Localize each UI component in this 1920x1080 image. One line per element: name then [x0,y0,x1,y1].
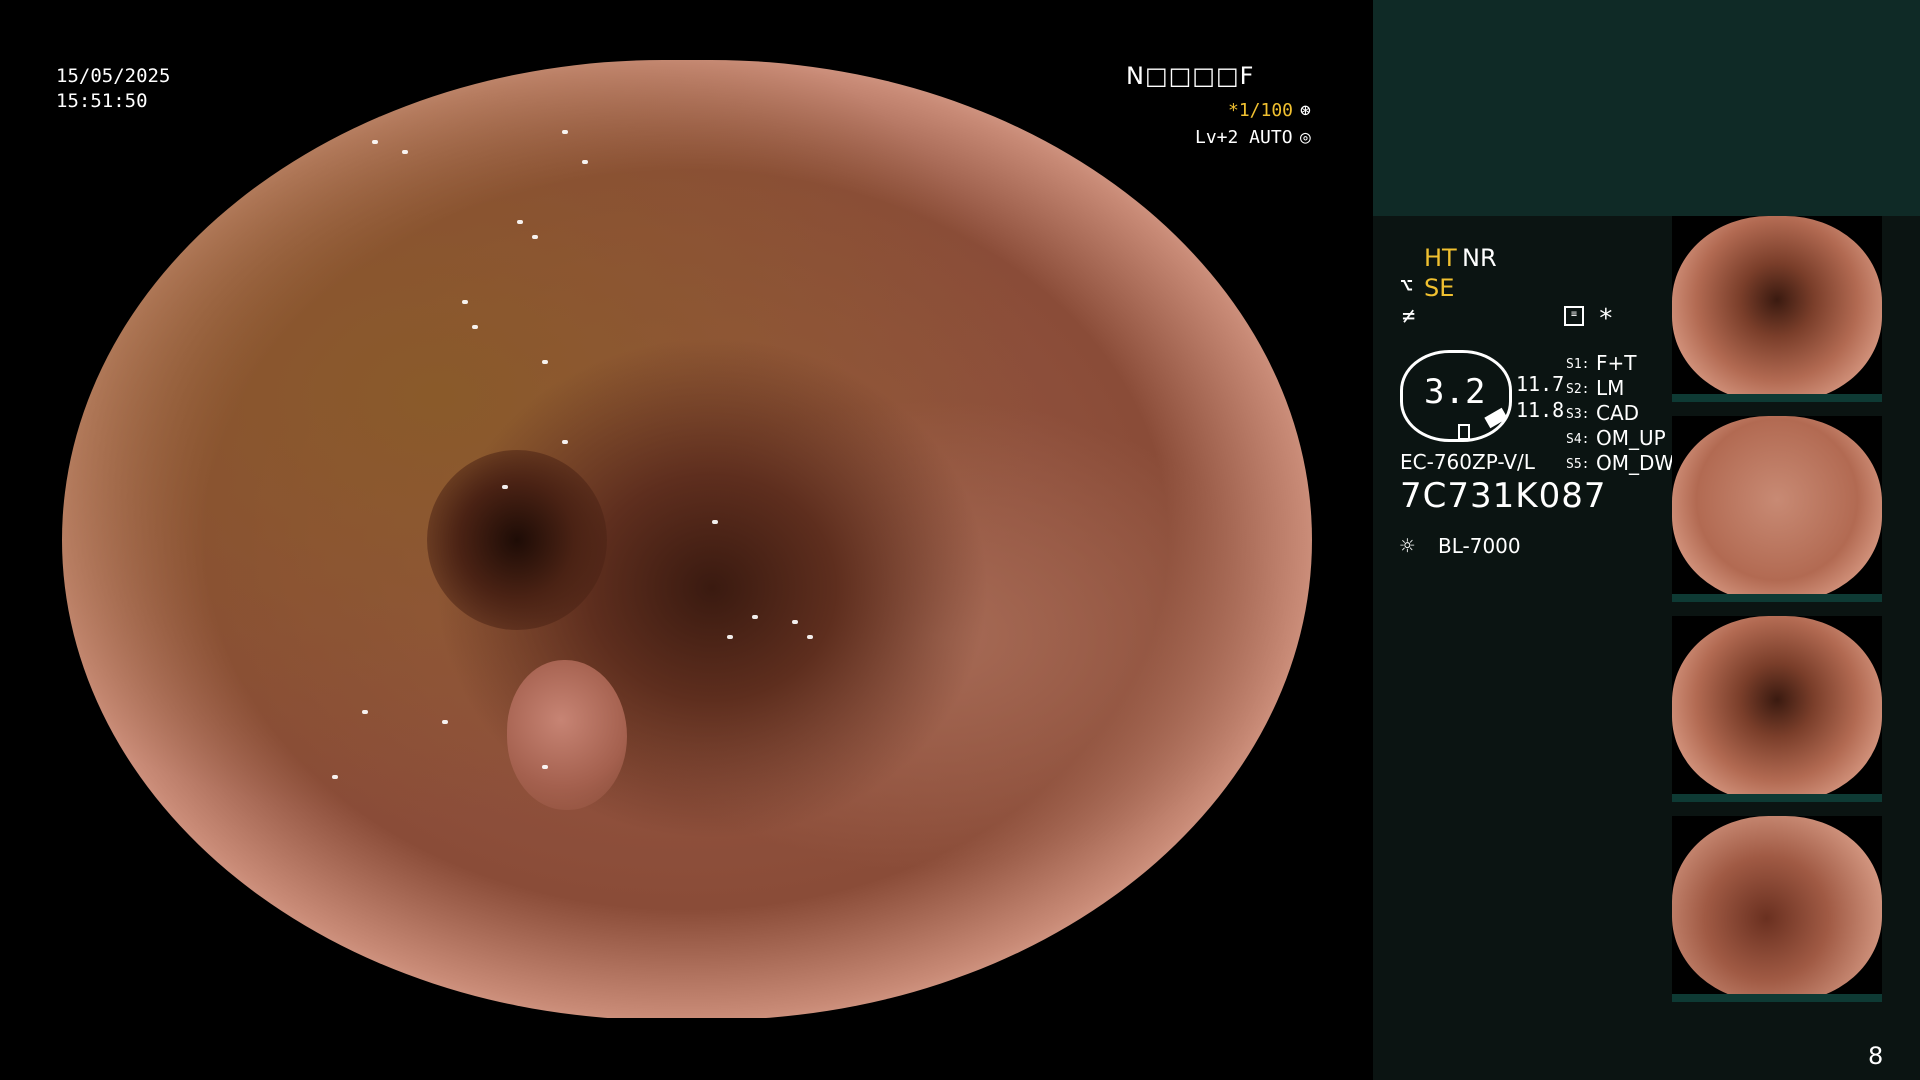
star-icon: * [1598,304,1614,334]
menu-icon: ≡ [1564,306,1584,326]
switch-value: OM_UP [1596,426,1666,450]
endoscope-view [62,60,1312,1020]
switch-value: LM [1596,376,1625,400]
level-icon: ◎ [1300,127,1311,148]
se-indicator: SE [1424,274,1455,302]
switch-value: F+T [1596,351,1637,375]
lumen [427,450,607,630]
ht-indicator: HT [1424,244,1457,272]
thumbnail-4[interactable] [1672,816,1882,1002]
switch-value: CAD [1596,401,1640,425]
thumbnail-1[interactable] [1672,216,1882,402]
info-panel-header [1373,0,1920,216]
mucosal-fold [507,660,627,810]
zoom-ratio: *1/100 [1228,100,1294,121]
level-mode: Lv+2 AUTO [1195,127,1293,148]
scope-serial: 7C731K087 [1400,476,1607,516]
thumbnail-2[interactable] [1672,416,1882,602]
date: 15/05/2025 [56,65,171,87]
dial-value: 3.2 [1424,372,1486,412]
zoom-icon: ⊛ [1300,100,1311,121]
value-2: 11.8 [1516,398,1565,422]
switch-value: OM_DW [1596,451,1675,475]
switch-label: S2: [1566,382,1590,397]
thumbnail-3[interactable] [1672,616,1882,802]
scope-code: N□□□□F [1126,62,1255,90]
bottom-mask [0,1018,1373,1080]
switch-label: S5: [1566,457,1590,472]
value-1: 11.7 [1516,372,1565,396]
light-source: BL-7000 [1438,534,1521,558]
se-icon: ⌥ [1400,274,1414,299]
top-mask [0,0,1373,60]
switch-label: S1: [1566,357,1590,372]
switch-label: S3: [1566,407,1590,422]
dial-box-icon [1458,424,1470,440]
time: 15:51:50 [56,90,148,112]
switch-label: S4: [1566,432,1590,447]
nr-indicator: NR [1462,244,1497,272]
page-number: 8 [1868,1042,1884,1070]
scope-model: EC-760ZP-V/L [1400,450,1535,474]
freeze-icon: ≠ [1402,304,1416,329]
light-source-icon: ☼ [1400,532,1415,560]
